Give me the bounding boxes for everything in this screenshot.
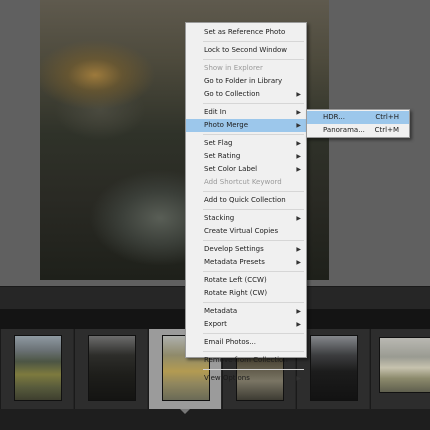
- menu-item-label: Photo Merge: [204, 121, 249, 129]
- menu-separator: [203, 191, 304, 192]
- menu-item-show-in-explorer: Show in Explorer: [186, 62, 306, 75]
- menu-separator: [203, 240, 304, 241]
- menu-item-label: Rotate Right (CW): [204, 289, 268, 297]
- menu-separator: [203, 333, 304, 334]
- menu-item-label: Lock to Second Window: [204, 46, 288, 54]
- menu-item-remove-from-collection[interactable]: Remove from Collection: [186, 354, 306, 367]
- menu-item-label: Add Shortcut Keyword: [204, 178, 282, 186]
- menu-item-label: Set Color Label: [204, 165, 258, 173]
- submenu-arrow-icon: ▶: [296, 375, 301, 382]
- photo-merge-submenu: HDR... Ctrl+H Panorama... Ctrl+M: [306, 109, 410, 138]
- menu-item-label: Edit In: [204, 108, 227, 116]
- shortcut-label: Ctrl+M: [374, 126, 399, 134]
- thumbnail-1[interactable]: [14, 335, 62, 401]
- filmstrip-cell[interactable]: [74, 329, 147, 409]
- menu-item-label: Rotate Left (CCW): [204, 276, 267, 284]
- menu-item-create-virtual-copies[interactable]: Create Virtual Copies: [186, 225, 306, 238]
- submenu-arrow-icon: ▶: [296, 308, 301, 315]
- menu-separator: [203, 59, 304, 60]
- menu-separator: [203, 351, 304, 352]
- menu-item-label: Metadata Presets: [204, 258, 265, 266]
- menu-item-add-shortcut-keyword: Add Shortcut Keyword: [186, 176, 306, 189]
- submenu-arrow-icon: ▶: [296, 321, 301, 328]
- thumbnail-6[interactable]: [379, 337, 430, 393]
- menu-separator: [203, 209, 304, 210]
- thumbnail-2[interactable]: [88, 335, 136, 401]
- menu-item-label: Export: [204, 320, 227, 328]
- menu-item-export[interactable]: Export ▶: [186, 318, 306, 331]
- menu-item-label: Show in Explorer: [204, 64, 263, 72]
- menu-item-label: Stacking: [204, 214, 235, 222]
- shortcut-label: Ctrl+H: [375, 113, 399, 121]
- menu-item-label: Email Photos...: [204, 338, 256, 346]
- menu-separator: [203, 369, 304, 370]
- menu-item-label: View Options: [204, 374, 250, 382]
- menu-separator: [203, 103, 304, 104]
- menu-item-label: Metadata: [204, 307, 238, 315]
- menu-item-go-to-collection[interactable]: Go to Collection ▶: [186, 88, 306, 101]
- menu-item-metadata[interactable]: Metadata ▶: [186, 305, 306, 318]
- submenu-arrow-icon: ▶: [296, 259, 301, 266]
- menu-item-metadata-presets[interactable]: Metadata Presets ▶: [186, 256, 306, 269]
- menu-item-label: Develop Settings: [204, 245, 264, 253]
- menu-item-set-as-reference-photo[interactable]: Set as Reference Photo: [186, 26, 306, 39]
- menu-separator: [203, 271, 304, 272]
- menu-item-label: Set Rating: [204, 152, 241, 160]
- menu-item-develop-settings[interactable]: Develop Settings ▶: [186, 243, 306, 256]
- menu-item-set-flag[interactable]: Set Flag ▶: [186, 137, 306, 150]
- menu-separator: [203, 134, 304, 135]
- submenu-arrow-icon: ▶: [296, 109, 301, 116]
- menu-item-label: Go to Folder in Library: [204, 77, 283, 85]
- filmstrip-cell[interactable]: [0, 329, 73, 409]
- submenu-arrow-icon: ▶: [296, 122, 301, 129]
- submenu-arrow-icon: ▶: [296, 246, 301, 253]
- submenu-arrow-icon: ▶: [296, 166, 301, 173]
- filmstrip-bottom-bar: [0, 409, 430, 430]
- menu-item-label: Remove from Collection: [204, 356, 288, 364]
- menu-item-label: Set as Reference Photo: [204, 28, 286, 36]
- submenu-arrow-icon: ▶: [296, 215, 301, 222]
- submenu-item-label: Panorama...: [323, 126, 365, 134]
- submenu-arrow-icon: ▶: [296, 91, 301, 98]
- menu-item-edit-in[interactable]: Edit In ▶: [186, 106, 306, 119]
- thumbnail-5[interactable]: [310, 335, 358, 401]
- menu-item-label: Set Flag: [204, 139, 233, 147]
- submenu-item-panorama[interactable]: Panorama... Ctrl+M: [307, 124, 409, 137]
- menu-item-rotate-left-ccw[interactable]: Rotate Left (CCW): [186, 274, 306, 287]
- menu-item-set-rating[interactable]: Set Rating ▶: [186, 150, 306, 163]
- menu-item-email-photos[interactable]: Email Photos...: [186, 336, 306, 349]
- submenu-item-label: HDR...: [323, 113, 345, 121]
- menu-separator: [203, 302, 304, 303]
- submenu-item-hdr[interactable]: HDR... Ctrl+H: [307, 111, 409, 124]
- menu-separator: [203, 41, 304, 42]
- menu-item-label: Create Virtual Copies: [204, 227, 279, 235]
- menu-item-lock-to-second-window[interactable]: Lock to Second Window: [186, 44, 306, 57]
- menu-item-photo-merge[interactable]: Photo Merge ▶: [186, 119, 306, 132]
- menu-item-stacking[interactable]: Stacking ▶: [186, 212, 306, 225]
- menu-item-add-to-quick-collection[interactable]: Add to Quick Collection: [186, 194, 306, 207]
- menu-item-label: Go to Collection: [204, 90, 260, 98]
- menu-item-view-options[interactable]: View Options ▶: [186, 372, 306, 385]
- filmstrip-cell[interactable]: [370, 329, 430, 409]
- submenu-arrow-icon: ▶: [296, 153, 301, 160]
- menu-item-go-to-folder-in-library[interactable]: Go to Folder in Library: [186, 75, 306, 88]
- submenu-arrow-icon: ▶: [296, 140, 301, 147]
- menu-item-rotate-right-cw[interactable]: Rotate Right (CW): [186, 287, 306, 300]
- context-menu: Set as Reference Photo Lock to Second Win…: [185, 22, 307, 382]
- menu-item-label: Add to Quick Collection: [204, 196, 286, 204]
- collapse-triangle-icon[interactable]: [180, 409, 190, 414]
- menu-item-set-color-label[interactable]: Set Color Label ▶: [186, 163, 306, 176]
